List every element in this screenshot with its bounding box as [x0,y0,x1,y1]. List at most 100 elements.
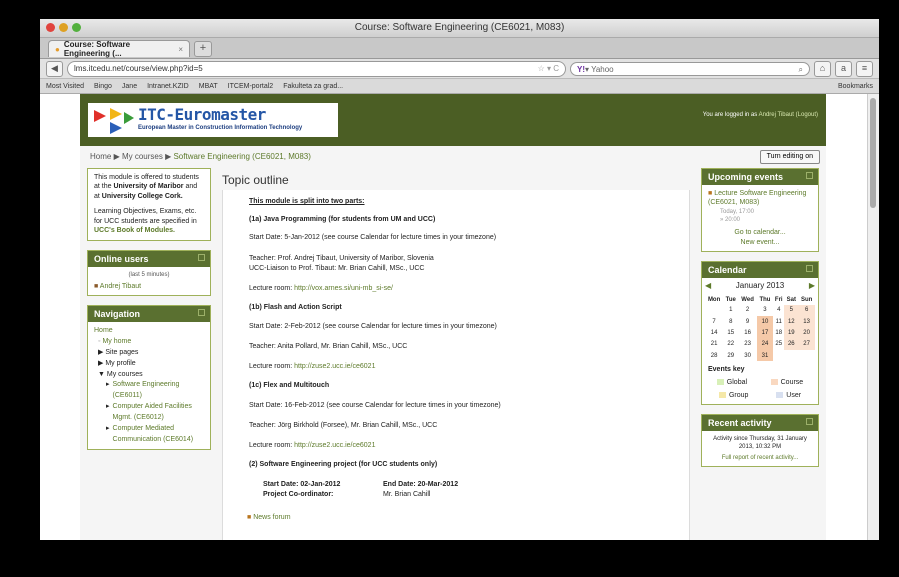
nav-my-home[interactable]: My home [102,338,131,345]
calendar-day: 12 [784,316,799,328]
new-tab-button[interactable]: + [194,41,212,57]
collapse-icon[interactable] [806,264,813,272]
nav-home[interactable]: Home [94,326,204,337]
left-column: This module is offered to students at th… [87,168,211,459]
expand-arrow-icon[interactable]: ▸ [106,380,110,402]
calendar-day: 20 [798,327,815,339]
calendar-day: 19 [784,327,799,339]
bullet-icon: ◦ [98,338,101,345]
browser-window: Course: Software Engineering (CE6021, M0… [40,19,879,540]
expand-arrow-icon[interactable]: ▶ [98,360,103,367]
collapse-icon[interactable] [198,253,205,261]
key-global[interactable]: Global [716,378,747,387]
calendar-day: 25 [775,341,783,348]
addon-button[interactable]: a [835,60,852,77]
bookmark-item[interactable]: ITCEM-portal2 [228,83,274,90]
prev-month-icon[interactable]: ◀ [705,281,711,292]
logout-link[interactable]: (Logout) [796,112,818,118]
collapse-icon[interactable] [806,172,813,179]
back-button[interactable]: ◀ [46,60,63,77]
calendar-day: 2 [745,307,750,314]
nav-course-link[interactable]: Software Engineering (CE6011) [113,380,204,402]
start-date: Start Date: 2-Feb-2012 (see course Calen… [249,323,497,330]
nav-course-link[interactable]: Computer Aided Facilities Mgmt. (CE6012) [113,402,204,424]
activity-since: Activity since Thursday, 31 January 2013… [713,435,807,450]
search-icon[interactable]: ⌕ [799,63,803,77]
calendar-day: 15 [727,329,735,336]
home-button[interactable]: ⌂ [814,60,831,77]
breadcrumb-course[interactable]: Software Engineering (CE6021, M083) [173,152,310,161]
teacher-line: Teacher: Anita Pollard, Mr. Brian Cahill… [249,343,408,350]
bookmark-item[interactable]: Most Visited [46,83,84,90]
tab-bar: ● Course: Software Engineering (... × + [40,38,879,59]
calendar-event-day[interactable]: 10 [756,316,774,328]
menu-button[interactable]: ≡ [856,60,873,77]
goto-calendar-link[interactable]: Go to calendar... [708,228,812,237]
search-box[interactable]: Y!▾ Yahoo ⌕ [570,61,810,77]
expand-arrow-icon[interactable]: ▶ [98,349,103,356]
online-users-block: Online users (last 5 minutes) ■ Andrej T… [87,249,211,297]
block-title: Recent activity [708,417,772,428]
bookmark-item[interactable]: Intranet.KZID [147,83,189,90]
key-course[interactable]: Course [770,378,803,387]
bookmark-item[interactable]: Bingo [94,83,112,90]
block-title: Navigation [94,309,141,320]
page-title: Topic outline [222,173,289,187]
breadcrumb-my-courses[interactable]: My courses [122,152,163,161]
key-user[interactable]: User [776,391,801,400]
block-title: Calendar [708,264,747,275]
lecture-room-link[interactable]: http://vox.arnes.si/uni-mb_si-se/ [294,285,393,292]
bookmark-item[interactable]: Jane [122,83,137,90]
login-info: You are logged in as Andrej Tibaut (Logo… [702,112,818,118]
online-user-link[interactable]: Andrej Tibaut [100,283,141,290]
bookmark-item[interactable]: Fakulteta za grad... [283,83,343,90]
calendar-day: 29 [727,352,735,359]
calendar-event-day[interactable]: 17 [756,327,774,339]
calendar-day: 27 [798,338,815,350]
lecture-room-link[interactable]: http://zuse2.ucc.ie/ce6021 [294,363,375,370]
calendar-month: January 2013 [735,280,785,290]
calendar-day [784,350,798,361]
collapse-icon[interactable] [806,417,813,425]
event-link[interactable]: Lecture Software Engineering (CE6021, M0… [708,190,806,206]
lecture-room-link[interactable]: http://zuse2.ucc.ie/ce6021 [294,442,375,449]
calendar-event-day[interactable]: 24 [756,338,774,350]
calendar-day: 28 [710,352,718,359]
calendar-day: 1 [729,307,733,314]
main-region: Topic outline This module is split into … [217,168,694,540]
key-group[interactable]: Group [718,391,748,400]
book-of-modules-link[interactable]: UCC's Book of Modules. [94,227,175,234]
calendar-day [773,350,784,361]
expand-arrow-icon[interactable]: ▸ [106,402,110,424]
collapse-arrow-icon[interactable]: ▼ [98,371,105,378]
site-logo[interactable]: ITC-Euromaster European Master in Constr… [88,103,338,137]
bookmarks-menu[interactable]: Bookmarks [838,83,873,90]
vertical-scrollbar[interactable] [867,94,879,540]
browser-tab[interactable]: ● Course: Software Engineering (... × [48,40,190,58]
user-link[interactable]: Andrej Tibaut [759,112,794,118]
breadcrumb-home[interactable]: Home [90,152,111,161]
nav-course-link[interactable]: Computer Mediated Communication (CE6014) [113,424,204,446]
nav-my-courses[interactable]: My courses [107,371,143,378]
calendar-event-day[interactable]: 31 [756,349,774,362]
collapse-icon[interactable] [198,309,205,317]
full-report-link[interactable]: Full report of recent activity... [708,454,812,462]
calendar-day: 30 [744,352,751,359]
new-event-link[interactable]: New event... [708,238,812,247]
calendar-day: 5 [784,304,799,317]
window-title: Course: Software Engineering (CE6021, M0… [354,22,565,33]
bookmark-star-icon[interactable]: ☆ ▾ C [538,62,559,76]
next-month-icon[interactable]: ▶ [809,281,815,292]
url-bar[interactable]: lms.itcedu.net/course/view.php?id=5 ☆ ▾ … [67,60,566,77]
bookmarks-bar: Most Visited Bingo Jane Intranet.KZID MB… [40,79,879,94]
close-tab-icon[interactable]: × [178,45,183,54]
lecture-room-label: Lecture room: [249,285,293,292]
nav-my-profile[interactable]: My profile [105,360,135,367]
turn-editing-on-button[interactable]: Turn editing on [759,150,820,164]
scrollbar-thumb[interactable] [870,98,876,208]
bookmark-item[interactable]: MBAT [199,83,218,90]
online-subtitle: (last 5 minutes) [128,271,170,278]
news-forum-link[interactable]: News forum [253,514,290,521]
nav-site-pages[interactable]: Site pages [105,349,138,356]
expand-arrow-icon[interactable]: ▸ [106,424,110,446]
